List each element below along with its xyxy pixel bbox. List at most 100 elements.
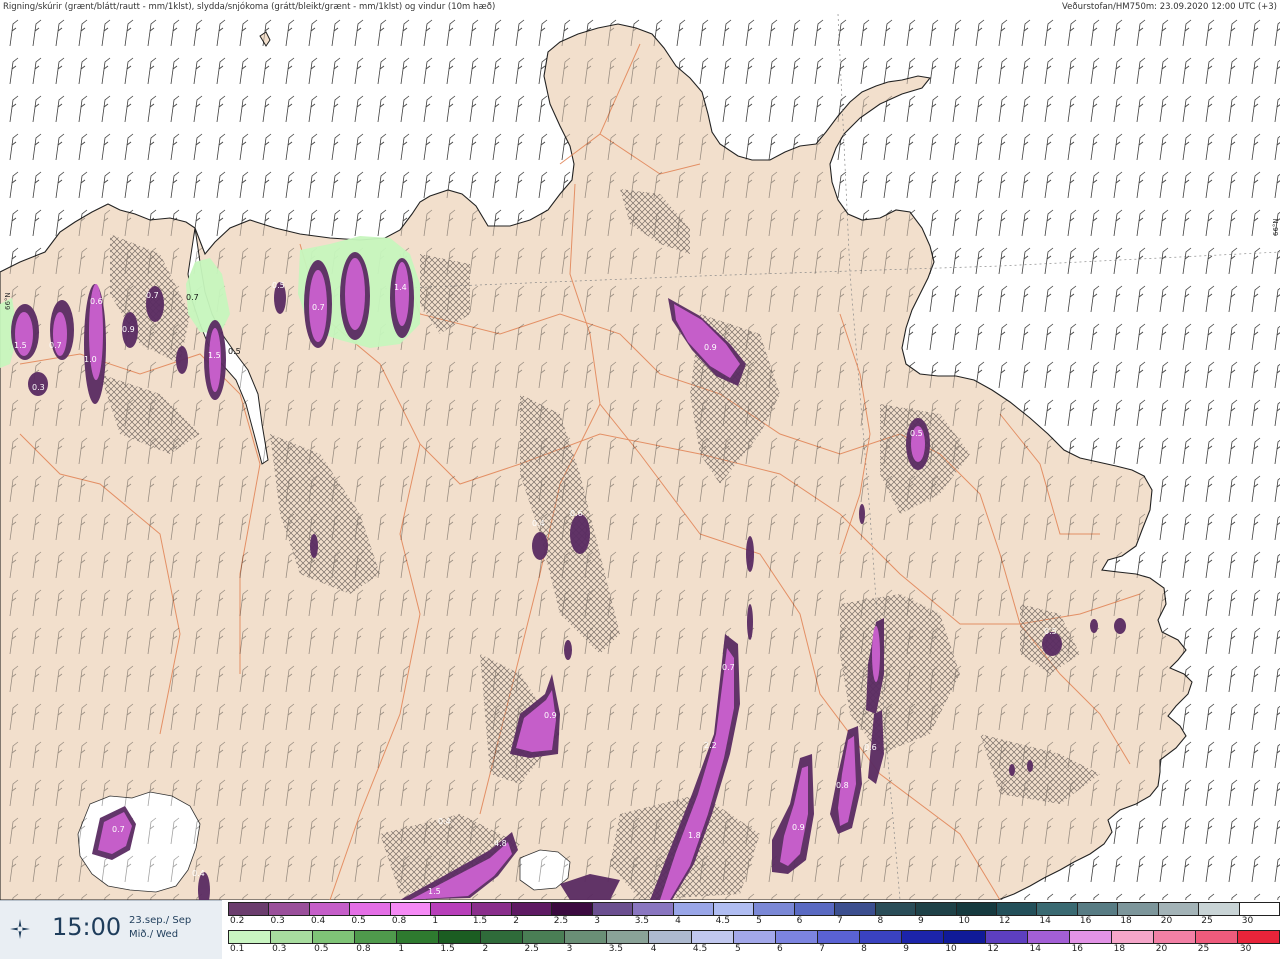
rain_scale-swatch [430,902,471,916]
rain_scale-label: 3.5 [634,916,650,926]
weather-map: 1.5 0.7 0.3 1.0 0.9 1.5 0.7 0.7 0.6 0.5 … [0,14,1280,900]
rain_scale-label: 6 [796,916,803,926]
snow_scale-label: 8 [861,944,867,954]
precip-label: 0.4 [532,519,545,528]
run-info: Veðurstofan/HM750m: 23.09.2020 12:00 UTC… [1062,2,1277,12]
snow_scale-label: 25 [1197,944,1210,954]
rain_scale-swatch [1036,902,1077,916]
latitude-label: 66°N [4,292,12,310]
rain_scale-swatch [308,902,350,916]
precip-label: 0.6 [570,509,583,518]
precip-label: 0.9 [122,325,135,334]
snow_scale-label: 20 [1155,944,1168,954]
rain_scale-label: 7 [837,916,843,926]
rain_scale-swatch [793,902,835,916]
rain_scale-swatch [1076,902,1118,916]
rain_scale-label: 8 [877,916,884,926]
precip-label: 0.3 [32,383,45,392]
rain_scale-swatch [915,902,956,916]
rain_scale-swatch [632,902,673,916]
snow_scale-swatch [606,930,649,944]
rain_scale-label: 1 [432,916,439,926]
snow_scale-swatch [354,930,397,944]
snow_scale-label: 3 [566,944,573,954]
rain_scale-swatch [1198,902,1239,916]
rain_scale-label: 4 [675,916,681,926]
snow_scale-label: 0.3 [272,944,287,954]
rain_scale-swatch [349,902,390,916]
precip-label: 0.8 [836,781,849,790]
snow_scale-swatch [1110,930,1154,944]
precip-label: 0.4 [438,817,451,826]
rain_scale-label: 0.3 [270,916,285,926]
rain_scale-swatch [1157,902,1199,916]
forecast-date: 23.sep./ Sep Mið./ Wed [129,914,191,942]
snow_scale-swatch [942,930,985,944]
snow_scale-label: 7 [819,944,825,954]
rain_scale-label: 0.5 [351,916,366,926]
precip-label: 0.6 [864,743,877,752]
rain_scale-swatch [1238,902,1280,916]
snow_scale-label: 0.1 [230,944,245,954]
snow_scale-label: 30 [1239,944,1252,954]
map-header: Rigning/skúrir (grænt/blátt/rautt - mm/1… [0,0,1280,14]
snow_scale-label: 6 [777,944,783,954]
snow_scale-label: 2 [482,944,489,954]
snow_scale-label: 1 [398,944,405,954]
snow_scale-swatch [1026,930,1069,944]
snow_scale-label: 18 [1113,944,1126,954]
snow-color-scale [228,930,1280,944]
precip-label: 4.8 [494,839,507,848]
rain_scale-label: 30 [1241,916,1254,926]
snow_scale-swatch [396,930,439,944]
snow_scale-swatch [270,930,313,944]
precip-label: 1.5 [208,351,221,360]
snow_scale-swatch [690,930,733,944]
rain_scale-swatch [470,902,511,916]
rain_scale-swatch [389,902,431,916]
rain_scale-swatch [510,902,552,916]
rain_scale-swatch [955,902,997,916]
rain_scale-label: 4.5 [715,916,730,926]
snow_scale-swatch [564,930,607,944]
snow_scale-label: 9 [903,944,909,954]
snow-scale-labels: 0.1 0.3 0.5 0.8 1 1.5 2 2.5 3 3.5 4 4.5 5 6 7 8 9 10 12 14 1… [228,944,1280,956]
rain_scale-swatch [672,902,714,916]
rain_scale-label: 5 [756,916,762,926]
map-title: Rigning/skúrir (grænt/blátt/rautt - mm/1… [3,2,496,12]
rain_scale-swatch [1117,902,1158,916]
precip-label: 0.5 [1044,627,1057,636]
time-panel: 15:00 23.sep./ Sep Mið./ Wed [0,900,222,959]
snow_scale-label: 4.5 [692,944,708,954]
snow_scale-label: 14 [1029,944,1041,954]
snow_scale-label: 10 [945,944,957,954]
snow_scale-swatch [774,930,817,944]
snow_scale-swatch [1153,930,1196,944]
precip-label: 0.5 [910,429,923,438]
snow_scale-label: 2.5 [524,944,539,954]
rain_scale-label: 2.5 [553,916,569,926]
rain_scale-label: 16 [1079,916,1092,926]
precip-label: 1.5 [14,341,27,350]
rain_scale-swatch [874,902,916,916]
snow_scale-label: 3.5 [608,944,624,954]
wind-barbs-land [0,14,1280,900]
snow_scale-swatch [816,930,859,944]
precip-label: 0.7 [49,341,62,350]
precip-label: 0.7 [146,291,159,300]
snow_scale-swatch [1068,930,1111,944]
rain_scale-swatch [551,902,592,916]
precip-label: 1.8 [688,831,701,840]
precip-label: 0.9 [704,343,717,352]
latitude-label: 66°N [1272,218,1280,236]
rain_scale-label: 2 [513,916,520,926]
precip-label: 0.4 [192,869,205,878]
rain_scale-label: 3 [594,916,600,926]
rain_scale-swatch [753,902,794,916]
snow_scale-label: 0.8 [356,944,371,954]
rain_scale-label: 1.5 [472,916,488,926]
precip-label: 1.4 [394,283,407,292]
rain_scale-swatch [268,902,309,916]
rain_scale-label: 0.4 [310,916,326,926]
snow_scale-label: 4 [650,944,657,954]
